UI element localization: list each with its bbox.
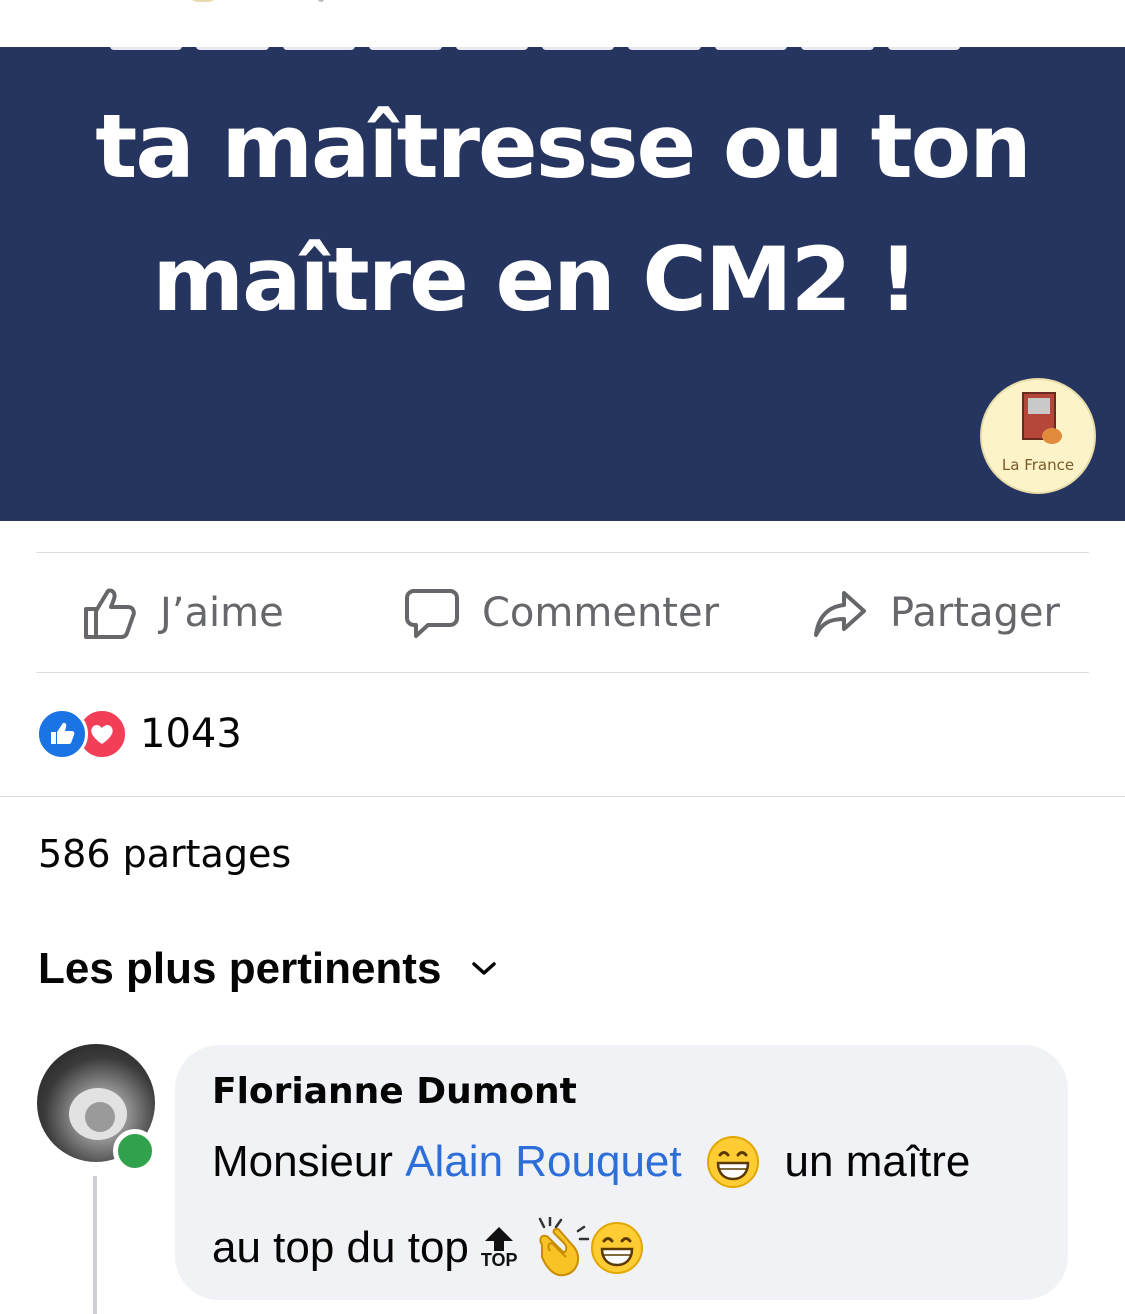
reactions-count: 1043 [140,711,242,757]
post-image-text-line-1: ta maîtresse ou ton [95,95,1031,198]
post-image-text-line-2: maître en CM2 ! [152,228,918,331]
comment-text-second-line: au top du top [212,1223,469,1272]
partial-glyph [318,0,324,2]
like-label: J’aime [160,589,284,636]
reactions-summary[interactable]: 1043 [36,708,242,760]
top-arrow-icon: TOP [481,1227,518,1269]
comment-sort-dropdown[interactable]: Les plus pertinents [38,944,497,994]
chevron-down-icon [472,962,497,975]
page-logo: La France [980,378,1096,494]
like-button[interactable]: J’aime [82,553,284,672]
divider [0,796,1125,797]
post-image[interactable]: ta maîtresse ou ton maître en CM2 ! La F… [0,47,1125,521]
comment-bubble-icon [405,588,459,638]
share-label: Partager [890,589,1060,636]
comment-text: Monsieur [212,1137,393,1186]
grinning-face-icon [707,1136,760,1188]
comment-author[interactable]: Florianne Dumont [212,1071,577,1112]
thumbs-up-icon [84,588,136,639]
post-actions-bar: J’aime Commenter Partager [36,553,1089,672]
share-arrow-icon [814,590,866,637]
comment-text-line-2: au top du top TOP [212,1217,644,1279]
top-emoji-label: TOP [480,1250,518,1270]
cut-off-text [110,47,961,50]
mention-link[interactable]: Alain Rouquet [405,1137,681,1187]
comment-bubble[interactable]: Florianne Dumont Monsieur Alain Rouquet … [175,1045,1068,1300]
comment-label: Commenter [482,589,720,636]
avatar-photo-detail [85,1102,115,1132]
sort-label: Les plus pertinents [38,944,442,993]
divider [36,672,1089,673]
share-button[interactable]: Partager [812,553,1060,672]
shares-count[interactable]: 586 partages [38,832,291,876]
grinning-face-icon [590,1222,643,1274]
clapping-hands-icon [538,1217,589,1277]
logo-text: La France [1001,456,1075,474]
comment-button[interactable]: Commenter [404,553,719,672]
partial-emoji [188,0,218,2]
top-cut-off-area [0,0,1125,47]
online-status-dot [113,1129,157,1173]
comment-text-continued: un maître [784,1137,971,1186]
reply-thread-line [93,1176,97,1314]
like-reaction-icon [36,708,88,760]
ball-icon [1042,428,1062,444]
comment-text-line-1: Monsieur Alain Rouquet un maître [212,1135,970,1189]
